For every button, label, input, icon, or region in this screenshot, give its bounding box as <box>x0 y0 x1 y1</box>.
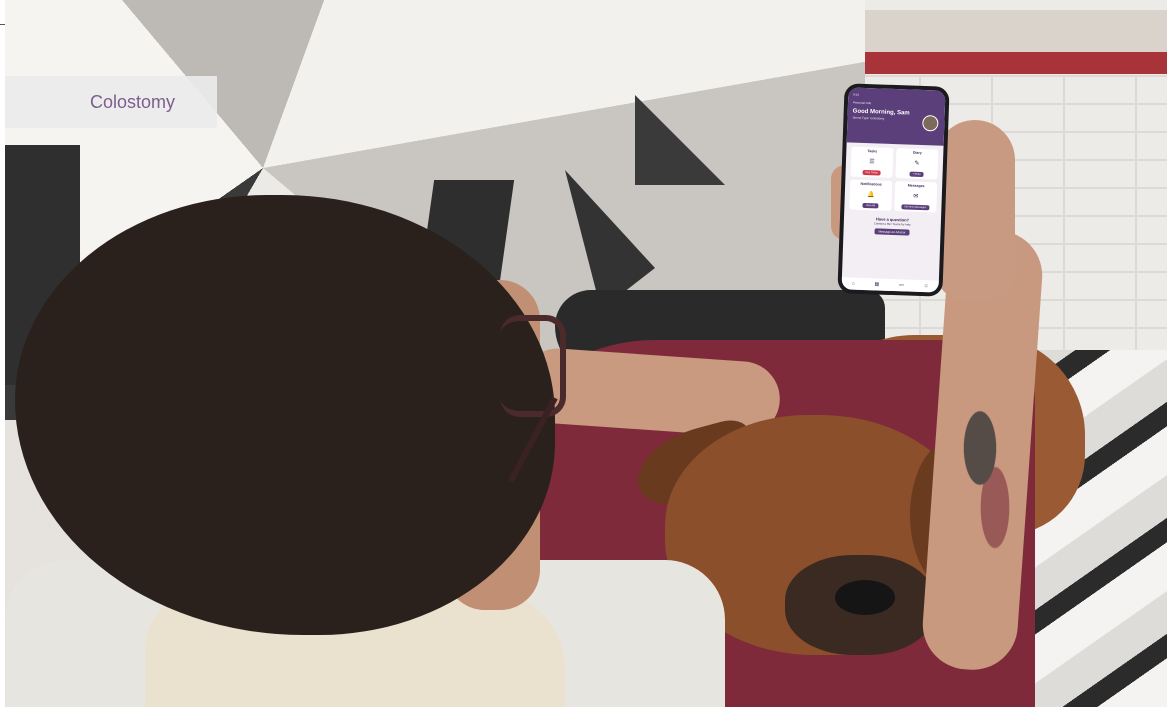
dashboard-cards: Tasks ☰ Due Today Diary ✎ + Entry Notification… <box>844 142 943 216</box>
question-section: Have a question? Contact a Me+ Nurse for… <box>843 213 941 238</box>
calendar-tab-icon[interactable]: ▦ <box>874 281 879 287</box>
phone-screen: 9:41 Personal Hub Good Morning, Sam Stom… <box>841 87 946 293</box>
card-tab-icon[interactable]: ▭ <box>899 282 904 288</box>
task-icon: ☰ <box>869 159 875 166</box>
card-title: Tasks <box>867 149 878 154</box>
header-small-text: Personal Hub <box>852 100 872 106</box>
card-notifications[interactable]: Notifications 🔔 View All <box>849 179 893 211</box>
topic-label: Colostomy <box>90 91 176 112</box>
topic-label-box: Colostomy <box>5 76 217 128</box>
card-button[interactable]: Due Today <box>862 169 881 176</box>
profile-tab-icon[interactable]: ☺ <box>924 283 929 289</box>
card-button[interactable]: No New Messages <box>901 204 930 211</box>
card-button[interactable]: View All <box>862 202 879 209</box>
diary-icon: ✎ <box>914 160 920 167</box>
home-tab-icon[interactable]: ⌂ <box>852 281 855 287</box>
dog-nose <box>835 580 895 615</box>
smartphone: 9:41 Personal Hub Good Morning, Sam Stom… <box>837 83 950 297</box>
status-time: 9:41 <box>853 92 860 97</box>
card-title: Diary <box>912 150 922 155</box>
card-messages[interactable]: Messages ✉ No New Messages <box>894 181 938 213</box>
bell-icon: 🔔 <box>866 192 875 199</box>
arm-tattoo <box>950 380 1025 550</box>
card-tasks[interactable]: Tasks ☰ Due Today <box>850 146 894 178</box>
card-title: Notifications <box>860 181 882 187</box>
card-button[interactable]: + Entry <box>909 171 924 178</box>
card-diary[interactable]: Diary ✎ + Entry <box>895 148 939 180</box>
card-title: Messages <box>907 183 925 189</box>
message-advisor-button[interactable]: Message an Advisor <box>874 228 910 236</box>
bottom-tab-bar: ⌂ ▦ ▭ ☺ <box>841 277 939 293</box>
mail-icon: ✉ <box>913 193 919 200</box>
